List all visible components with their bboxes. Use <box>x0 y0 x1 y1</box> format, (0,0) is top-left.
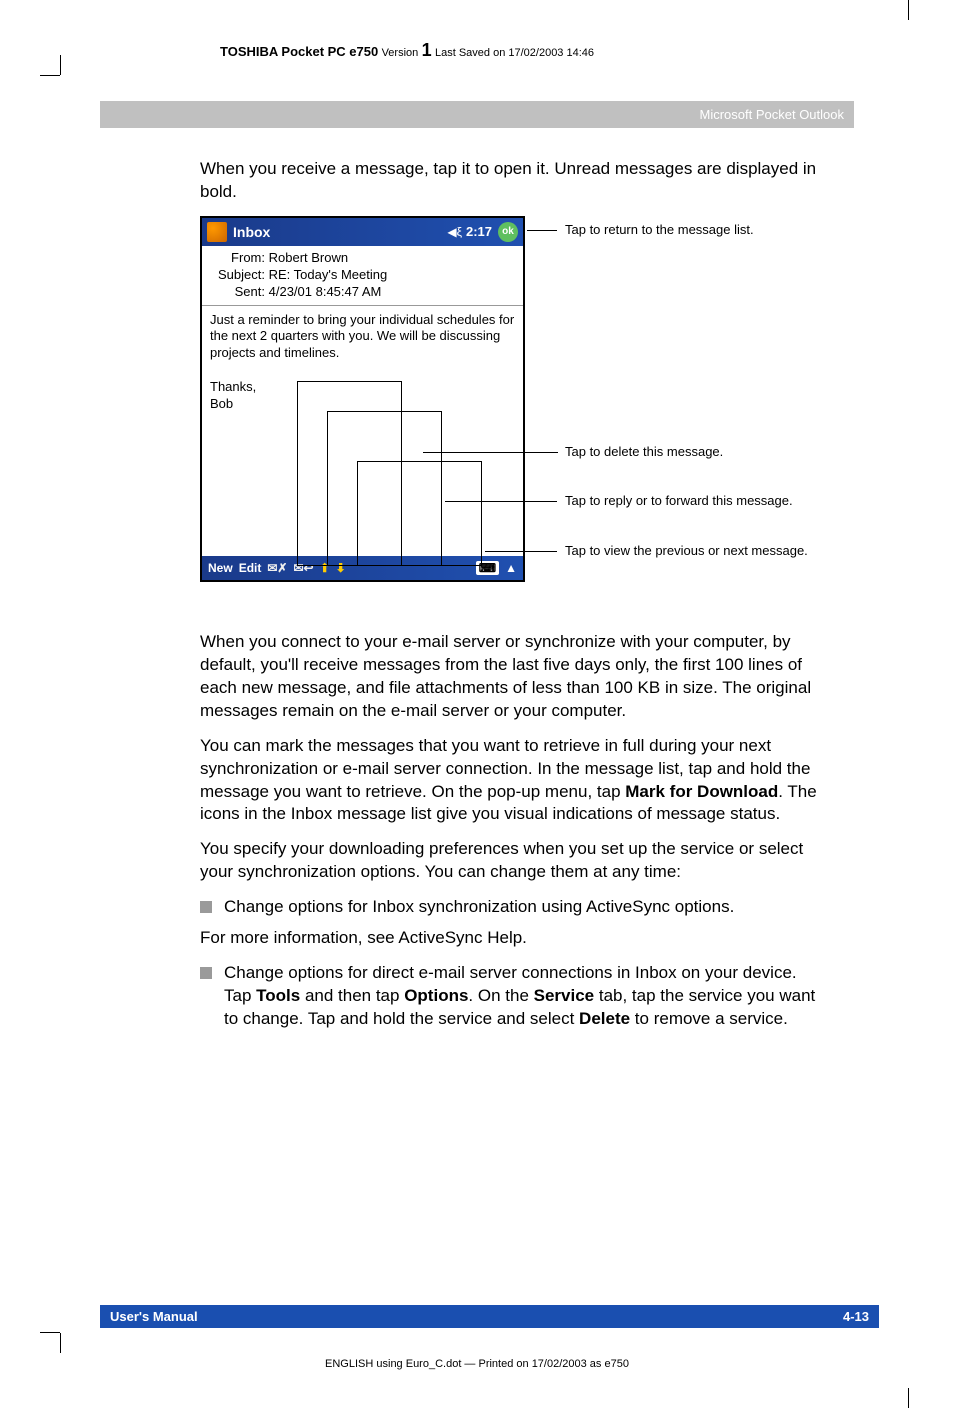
callout-nav: Tap to view the previous or next message… <box>565 543 808 558</box>
ok-label: ok <box>502 226 514 237</box>
callout-reply: Tap to reply or to forward this message. <box>565 493 793 508</box>
subject-value: RE: Today's Meeting <box>269 267 388 282</box>
bullet-1-text: Change options for Inbox synchronization… <box>224 896 734 919</box>
options-bold: Options <box>404 986 468 1005</box>
product-name: TOSHIBA Pocket PC e750 <box>220 44 378 59</box>
bullet-icon <box>200 967 212 979</box>
sent-value: 4/23/01 8:45:47 AM <box>269 284 382 299</box>
last-saved: Last Saved on 17/02/2003 14:46 <box>435 47 594 59</box>
text: to remove a service. <box>630 1009 788 1028</box>
text: . On the <box>468 986 533 1005</box>
callout-line <box>445 501 557 502</box>
callouts-column: Tap to return to the message list. Tap t… <box>545 216 824 606</box>
footer-left: User's Manual <box>110 1309 198 1324</box>
callout-delete: Tap to delete this message. <box>565 444 723 459</box>
sent-label: Sent: <box>210 284 265 301</box>
print-footer: ENGLISH using Euro_C.dot — Printed on 17… <box>0 1358 954 1370</box>
bullet-icon <box>200 901 212 913</box>
speaker-icon[interactable]: ◀ξ <box>447 225 462 239</box>
bullet-2-text: Change options for direct e-mail server … <box>224 962 824 1031</box>
version-number: 1 <box>422 40 432 60</box>
service-bold: Service <box>534 986 595 1005</box>
clock: 2:17 <box>466 224 492 239</box>
message-header: From: Robert Brown Subject: RE: Today's … <box>202 246 523 306</box>
footer-right: 4-13 <box>843 1309 869 1324</box>
message-body: Just a reminder to bring your individual… <box>202 306 523 556</box>
tools-bold: Tools <box>256 986 300 1005</box>
up-arrow-icon[interactable]: ▲ <box>505 561 517 575</box>
delete-bold: Delete <box>579 1009 630 1028</box>
section-title: Microsoft Pocket Outlook <box>700 107 845 122</box>
start-icon[interactable] <box>207 222 227 242</box>
mark-download: Mark for Download <box>625 782 778 801</box>
page-header: TOSHIBA Pocket PC e750 Version 1 Last Sa… <box>100 40 854 61</box>
callout-box <box>357 461 482 566</box>
app-title: Inbox <box>233 224 447 240</box>
version-label: Version <box>382 47 419 59</box>
paragraph-3: You can mark the messages that you want … <box>200 735 824 827</box>
paragraph-4: You specify your downloading preferences… <box>200 838 824 884</box>
callout-ok: Tap to return to the message list. <box>565 222 754 237</box>
from-value: Robert Brown <box>269 250 348 265</box>
text: and then tap <box>300 986 404 1005</box>
pocket-pc-window: Inbox ◀ξ 2:17 ok From: Robert Brown Subj… <box>200 216 525 582</box>
bullet-item: Change options for Inbox synchronization… <box>200 896 824 919</box>
body-line-1: Just a reminder to bring your individual… <box>210 312 515 363</box>
intro-text: When you receive a message, tap it to op… <box>200 158 824 204</box>
from-label: From: <box>210 250 265 267</box>
delete-icon[interactable]: ✉✗ <box>267 561 287 575</box>
callout-line <box>485 551 557 552</box>
callout-line <box>527 230 557 231</box>
paragraph-2: When you connect to your e-mail server o… <box>200 631 824 723</box>
bullet-item: Change options for direct e-mail server … <box>200 962 824 1031</box>
ok-button[interactable]: ok <box>498 222 518 242</box>
section-title-bar: Microsoft Pocket Outlook <box>100 101 854 128</box>
titlebar: Inbox ◀ξ 2:17 ok <box>202 218 523 246</box>
footer-bar: User's Manual 4-13 <box>100 1305 879 1328</box>
edit-button[interactable]: Edit <box>239 561 262 575</box>
new-button[interactable]: New <box>208 561 233 575</box>
paragraph-5: For more information, see ActiveSync Hel… <box>200 927 824 950</box>
callout-line <box>423 452 558 453</box>
subject-label: Subject: <box>210 267 265 284</box>
